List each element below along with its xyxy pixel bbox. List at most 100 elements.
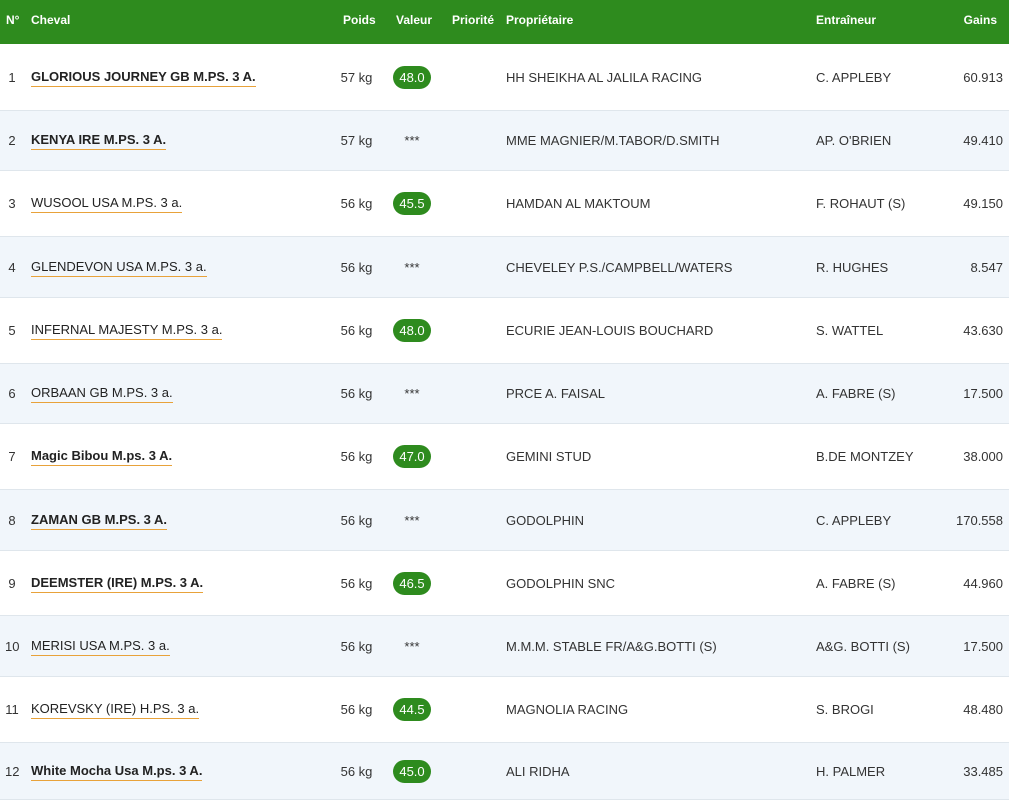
- weight: 56 kg: [340, 513, 373, 528]
- valeur-unrated: ***: [404, 260, 420, 275]
- trainer: R. HUGHES: [816, 260, 889, 275]
- header-priorite: Priorité: [452, 13, 495, 27]
- owner: M.M.M. STABLE FR/A&G.BOTTI (S): [506, 639, 717, 654]
- table-row: 7 Magic Bibou M.ps. 3 A. 56 kg 47.0 GEMINI S…: [0, 424, 1009, 490]
- valeur-cell: 44.5: [393, 698, 431, 721]
- valeur-cell: 47.0: [393, 445, 431, 468]
- horse-name-link[interactable]: KENYA IRE M.PS. 3 A.: [31, 132, 167, 150]
- trainer: A. FABRE (S): [816, 386, 896, 401]
- weight: 56 kg: [340, 576, 373, 591]
- valeur-badge: 48.0: [393, 319, 431, 342]
- weight: 56 kg: [340, 449, 373, 464]
- gains: 17.500: [963, 639, 1003, 654]
- owner: MAGNOLIA RACING: [506, 702, 629, 717]
- horse-name-link[interactable]: INFERNAL MAJESTY M.PS. 3 a.: [31, 322, 223, 340]
- gains: 49.410: [963, 133, 1003, 148]
- runner-number: 3: [8, 196, 16, 211]
- header-horse: Cheval: [31, 13, 71, 27]
- gains: 60.913: [963, 70, 1003, 85]
- valeur-cell: 46.5: [393, 572, 431, 595]
- owner: MME MAGNIER/M.TABOR/D.SMITH: [506, 133, 720, 148]
- runner-number: 1: [8, 70, 16, 85]
- table-row: 12 White Mocha Usa M.ps. 3 A. 56 kg 45.0 ALI…: [0, 743, 1009, 800]
- valeur-cell: ***: [393, 256, 431, 279]
- gains: 17.500: [963, 386, 1003, 401]
- table-row: 8 ZAMAN GB M.PS. 3 A. 56 kg *** GODOLPHIN C. …: [0, 490, 1009, 551]
- horse-name-link[interactable]: KOREVSKY (IRE) H.PS. 3 a.: [31, 701, 200, 719]
- table-row: 11 KOREVSKY (IRE) H.PS. 3 a. 56 kg 44.5 MAGN…: [0, 677, 1009, 743]
- table-row: 6 ORBAAN GB M.PS. 3 a. 56 kg *** PRCE A. FAI…: [0, 364, 1009, 424]
- trainer: H. PALMER: [816, 764, 886, 779]
- horse-name-link[interactable]: GLORIOUS JOURNEY GB M.PS. 3 A.: [31, 69, 256, 87]
- valeur-unrated: ***: [404, 639, 420, 654]
- runner-number: 9: [8, 576, 16, 591]
- header-num: N°: [6, 13, 20, 27]
- trainer: C. APPLEBY: [816, 513, 892, 528]
- horse-name-link[interactable]: DEEMSTER (IRE) M.PS. 3 A.: [31, 575, 204, 593]
- owner: ALI RIDHA: [506, 764, 570, 779]
- valeur-badge: 45.5: [393, 192, 431, 215]
- gains: 38.000: [963, 449, 1003, 464]
- valeur-badge: 48.0: [393, 66, 431, 89]
- table-row: 5 INFERNAL MAJESTY M.PS. 3 a. 56 kg 48.0 ECU…: [0, 298, 1009, 364]
- valeur-badge: 47.0: [393, 445, 431, 468]
- valeur-cell: 45.0: [393, 760, 431, 783]
- trainer: B.DE MONTZEY: [816, 449, 914, 464]
- trainer: S. BROGI: [816, 702, 874, 717]
- runner-number: 11: [5, 702, 19, 717]
- trainer: AP. O'BRIEN: [816, 133, 892, 148]
- valeur-cell: ***: [393, 635, 431, 658]
- weight: 57 kg: [340, 133, 373, 148]
- table-row: 10 MERISI USA M.PS. 3 a. 56 kg *** M.M.M. ST…: [0, 616, 1009, 677]
- trainer: F. ROHAUT (S): [816, 196, 906, 211]
- horse-name-link[interactable]: Magic Bibou M.ps. 3 A.: [31, 448, 173, 466]
- table-row: 2 KENYA IRE M.PS. 3 A. 57 kg *** MME MAGNIER…: [0, 111, 1009, 171]
- weight: 56 kg: [340, 323, 373, 338]
- header-gains: Gains: [963, 13, 997, 27]
- horse-name-link[interactable]: MERISI USA M.PS. 3 a.: [31, 638, 170, 656]
- horse-name-link[interactable]: WUSOOL USA M.PS. 3 a.: [31, 195, 183, 213]
- trainer: A. FABRE (S): [816, 576, 896, 591]
- owner: HH SHEIKHA AL JALILA RACING: [506, 70, 703, 85]
- gains: 43.630: [963, 323, 1003, 338]
- table-header: N° Cheval Poids Valeur Priorité Propriét…: [0, 0, 1009, 44]
- gains: 33.485: [963, 764, 1003, 779]
- owner: GODOLPHIN: [506, 513, 585, 528]
- header-poids: Poids: [343, 13, 376, 27]
- valeur-badge: 44.5: [393, 698, 431, 721]
- valeur-cell: ***: [393, 382, 431, 405]
- table-row: 9 DEEMSTER (IRE) M.PS. 3 A. 56 kg 46.5 GODOL…: [0, 551, 1009, 616]
- valeur-cell: 48.0: [393, 319, 431, 342]
- horse-name-link[interactable]: ORBAAN GB M.PS. 3 a.: [31, 385, 173, 403]
- table-row: 4 GLENDEVON USA M.PS. 3 a. 56 kg *** CHEVELE…: [0, 237, 1009, 298]
- runner-number: 5: [8, 323, 16, 338]
- weight: 56 kg: [340, 260, 373, 275]
- header-trainer: Entraîneur: [816, 13, 877, 27]
- valeur-badge: 45.0: [393, 760, 431, 783]
- gains: 8.547: [970, 260, 1003, 275]
- horse-name-link[interactable]: GLENDEVON USA M.PS. 3 a.: [31, 259, 207, 277]
- runner-number: 4: [8, 260, 16, 275]
- weight: 57 kg: [340, 70, 373, 85]
- trainer: S. WATTEL: [816, 323, 884, 338]
- table-row: 3 WUSOOL USA M.PS. 3 a. 56 kg 45.5 HAMDAN AL…: [0, 171, 1009, 237]
- weight: 56 kg: [340, 639, 373, 654]
- weight: 56 kg: [340, 702, 373, 717]
- owner: ECURIE JEAN-LOUIS BOUCHARD: [506, 323, 714, 338]
- runner-number: 6: [8, 386, 16, 401]
- owner: HAMDAN AL MAKTOUM: [506, 196, 651, 211]
- gains: 170.558: [956, 513, 1003, 528]
- weight: 56 kg: [340, 386, 373, 401]
- trainer: A&G. BOTTI (S): [816, 639, 910, 654]
- header-owner: Propriétaire: [506, 13, 574, 27]
- horse-name-link[interactable]: White Mocha Usa M.ps. 3 A.: [31, 763, 203, 781]
- gains: 48.480: [963, 702, 1003, 717]
- header-valeur: Valeur: [396, 13, 433, 27]
- valeur-unrated: ***: [404, 133, 420, 148]
- horse-name-link[interactable]: ZAMAN GB M.PS. 3 A.: [31, 512, 168, 530]
- weight: 56 kg: [340, 764, 373, 779]
- gains: 44.960: [963, 576, 1003, 591]
- runner-number: 8: [8, 513, 16, 528]
- trainer: C. APPLEBY: [816, 70, 892, 85]
- valeur-cell: 45.5: [393, 192, 431, 215]
